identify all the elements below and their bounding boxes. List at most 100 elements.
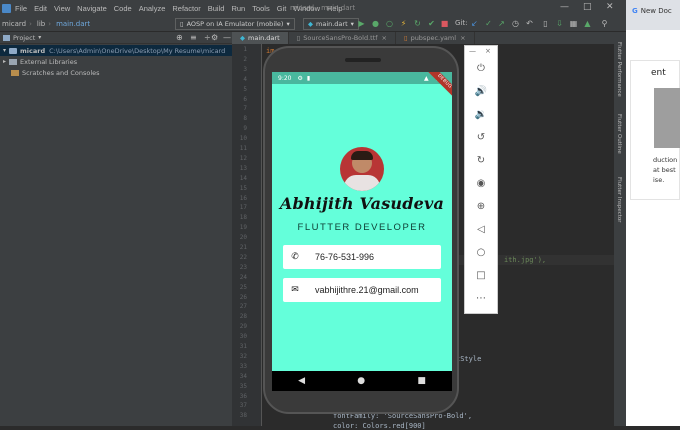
menu-navigate[interactable]: Navigate xyxy=(77,4,107,13)
tree-item-label: External Libraries xyxy=(20,57,78,66)
sdk-manager-icon[interactable]: ⇩ xyxy=(555,19,564,28)
home-icon[interactable]: ● xyxy=(357,376,365,386)
debug-icon[interactable]: ● xyxy=(371,19,380,28)
line-number: 16 xyxy=(239,194,247,202)
line-number: 33 xyxy=(239,362,247,370)
menu-git[interactable]: Git xyxy=(277,4,287,13)
maximize-icon[interactable]: □ xyxy=(583,2,592,12)
search-icon[interactable]: ⚲ xyxy=(600,19,609,28)
volume-up-icon[interactable]: 🔊 xyxy=(465,86,497,97)
doc-text: at best xyxy=(653,166,676,174)
close-icon[interactable]: × xyxy=(460,34,465,42)
tab-flutter-performance[interactable]: Flutter Performance xyxy=(616,42,622,97)
tab-font-file[interactable]: ▯ SourceSansPro-Bold.ttf × xyxy=(289,32,396,44)
folder-icon xyxy=(9,47,18,54)
close-icon[interactable]: ✕ xyxy=(606,2,614,12)
email-address: vabhijithre.21@gmail.com xyxy=(315,285,419,295)
tab-pubspec[interactable]: ▯ pubspec.yaml × xyxy=(396,32,475,44)
volume-down-icon[interactable]: 🔉 xyxy=(465,109,497,120)
tree-item-root[interactable]: ▾ micard C:\Users\Admin\OneDrive\Desktop… xyxy=(0,45,232,56)
tab-flutter-outline[interactable]: Flutter Outline xyxy=(616,114,622,154)
menu-tools[interactable]: Tools xyxy=(252,4,270,13)
camera-icon[interactable]: ◉ xyxy=(465,178,497,189)
hot-reload-icon[interactable]: ⚡ xyxy=(399,19,408,28)
menu-code[interactable]: Code xyxy=(114,4,132,13)
expand-icon[interactable]: ÷ xyxy=(204,33,211,42)
tab-main-dart[interactable]: ◆ main.dart xyxy=(232,32,289,44)
line-number: 8 xyxy=(243,115,247,123)
line-number: 14 xyxy=(239,174,247,182)
line-number: 35 xyxy=(239,382,247,390)
tree-item-scratches[interactable]: Scratches and Consoles xyxy=(11,67,100,78)
right-tool-strip: Flutter Performance Flutter Outline Flut… xyxy=(614,32,626,426)
email-card[interactable]: ✉ vabhijithre.21@gmail.com xyxy=(283,278,441,302)
avatar-hair xyxy=(351,151,373,160)
line-number: 4 xyxy=(243,75,247,83)
hot-restart-icon[interactable]: ↻ xyxy=(413,19,422,28)
overview-icon[interactable]: ■ xyxy=(417,376,426,386)
run-icon[interactable]: ▶ xyxy=(357,19,366,28)
line-number: 5 xyxy=(243,85,247,93)
rollback-icon[interactable]: ↶ xyxy=(525,19,534,28)
device-select[interactable]: ▯ AOSP on IA Emulator (mobile) ▾ xyxy=(175,18,295,30)
git-update-icon[interactable]: ↙ xyxy=(470,19,479,28)
editor-tab-bar: ◆ main.dart ▯ SourceSansPro-Bold.ttf × ▯… xyxy=(232,32,614,44)
home-icon[interactable]: ○ xyxy=(465,247,497,258)
back-icon[interactable]: ◀ xyxy=(298,376,305,386)
profile-icon[interactable]: ○ xyxy=(385,19,394,28)
line-number: 31 xyxy=(239,343,247,350)
line-number: 27 xyxy=(239,303,247,311)
gear-icon[interactable]: ⚙ xyxy=(211,33,218,42)
minimize-icon[interactable]: — xyxy=(469,47,476,55)
back-icon[interactable]: ◁ xyxy=(465,224,497,235)
browser-tab[interactable]: G New Doc xyxy=(632,7,672,15)
tab-label: SourceSansPro-Bold.ttf xyxy=(303,34,378,42)
wifi-icon: ▲ xyxy=(424,74,429,82)
target-icon[interactable]: ⊕ xyxy=(176,33,183,42)
menu-edit[interactable]: Edit xyxy=(34,4,47,13)
breadcrumb-project[interactable]: micard xyxy=(2,20,26,28)
tab-flutter-inspector[interactable]: Flutter Inspector xyxy=(616,177,622,223)
stop-icon[interactable]: ■ xyxy=(440,19,449,28)
minimize-icon[interactable]: — xyxy=(560,2,569,12)
phone-card[interactable]: ✆ 76-76-531-996 xyxy=(283,245,441,269)
hide-icon[interactable]: — xyxy=(223,33,231,42)
menu-refactor[interactable]: Refactor xyxy=(172,4,200,13)
rotate-left-icon[interactable]: ↺ xyxy=(465,132,497,143)
run-config-select[interactable]: ◆ main.dart ▾ xyxy=(303,18,359,30)
menu-build[interactable]: Build xyxy=(208,4,225,13)
history-icon[interactable]: ◷ xyxy=(511,19,520,28)
google-icon: G xyxy=(632,7,638,15)
overview-icon[interactable]: □ xyxy=(465,270,497,281)
device-manager-icon[interactable]: ▯ xyxy=(541,19,550,28)
tree-item-external-libraries[interactable]: ▸ External Libraries xyxy=(3,56,77,67)
menu-view[interactable]: View xyxy=(54,4,70,13)
more-icon[interactable]: ⋯ xyxy=(465,293,497,304)
zoom-icon[interactable]: ⊕ xyxy=(465,201,497,212)
power-icon[interactable]: ⏻ xyxy=(465,63,497,74)
library-icon xyxy=(9,58,18,65)
menu-analyze[interactable]: Analyze xyxy=(139,4,166,13)
code-line: tStyle xyxy=(456,355,482,363)
project-view-select[interactable]: Project xyxy=(13,34,35,42)
menu-file[interactable]: File xyxy=(15,4,27,13)
line-number: 17 xyxy=(239,204,247,212)
line-number: 2 xyxy=(243,55,247,63)
browser-tab-strip xyxy=(626,0,680,30)
breadcrumb-file[interactable]: main.dart xyxy=(56,20,90,28)
git-push-icon[interactable]: ↗ xyxy=(497,19,506,28)
chevron-down-icon[interactable]: ▾ xyxy=(38,34,41,41)
close-icon[interactable]: × xyxy=(485,47,491,55)
close-icon[interactable]: × xyxy=(382,34,387,42)
android-studio-icon xyxy=(2,3,11,13)
git-commit-icon[interactable]: ✓ xyxy=(484,19,493,28)
attach-icon[interactable]: ✔ xyxy=(427,19,436,28)
rotate-right-icon[interactable]: ↻ xyxy=(465,155,497,166)
browser-tab-label: New Doc xyxy=(640,7,672,15)
project-structure-icon[interactable]: ▦ xyxy=(569,19,578,28)
menu-run[interactable]: Run xyxy=(231,4,245,13)
editor-gutter: 1 2 3 4 5 6 7 8 9 10 11 12 13 14 15 16 17 18 19 20 21 22 23 24 2… xyxy=(232,44,262,426)
android-icon[interactable]: ▲ xyxy=(583,19,592,28)
breadcrumb-folder[interactable]: lib xyxy=(37,20,45,28)
collapse-icon[interactable]: ≡ xyxy=(190,33,197,42)
